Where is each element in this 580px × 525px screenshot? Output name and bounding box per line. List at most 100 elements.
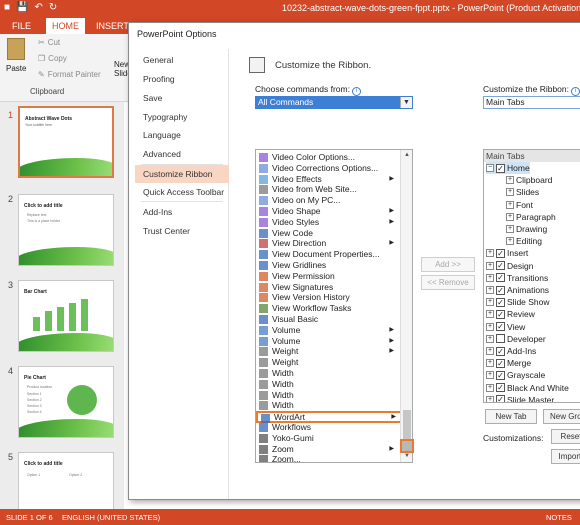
expand-icon[interactable]: + bbox=[486, 261, 494, 270]
expand-icon[interactable]: + bbox=[506, 225, 514, 233]
tree-item-review[interactable]: + ✓ Review bbox=[486, 308, 535, 320]
language-indicator[interactable]: ENGLISH (UNITED STATES) bbox=[62, 513, 160, 522]
nav-add-ins[interactable]: Add-Ins bbox=[135, 203, 229, 221]
checkbox[interactable]: ✓ bbox=[496, 261, 505, 271]
expand-icon[interactable]: + bbox=[486, 359, 494, 368]
paste-button[interactable]: Paste bbox=[6, 64, 26, 73]
save-icon[interactable]: 💾 bbox=[16, 2, 28, 13]
tree-item-design[interactable]: + ✓ Design bbox=[486, 260, 533, 272]
expand-icon[interactable]: + bbox=[506, 176, 514, 185]
tree-item-merge[interactable]: + ✓ Merge bbox=[486, 357, 531, 369]
nav-typography[interactable]: Typography bbox=[135, 108, 229, 126]
command-item[interactable]: View Direction ▶ bbox=[256, 238, 398, 249]
command-item[interactable]: Workflows bbox=[256, 422, 398, 433]
tree-item-slide-master[interactable]: + ✓ Slide Master bbox=[486, 394, 554, 402]
command-item[interactable]: Visual Basic bbox=[256, 314, 398, 325]
command-item[interactable]: View Document Properties... bbox=[256, 249, 398, 260]
expand-icon[interactable]: + bbox=[486, 371, 494, 380]
command-item[interactable]: View Signatures bbox=[256, 282, 398, 293]
command-item[interactable]: View Workflow Tasks bbox=[256, 303, 398, 314]
command-item[interactable]: Video Color Options... bbox=[256, 152, 398, 163]
nav-quick-access-toolbar[interactable]: Quick Access Toolbar bbox=[135, 183, 229, 201]
command-item[interactable]: View Version History bbox=[256, 292, 398, 303]
command-item[interactable]: Weight bbox=[256, 357, 398, 368]
checkbox[interactable]: ✓ bbox=[496, 346, 505, 356]
scroll-down-highlight[interactable] bbox=[400, 439, 414, 453]
command-item[interactable]: Video from Web Site... bbox=[256, 184, 398, 195]
checkbox[interactable]: ✓ bbox=[496, 370, 505, 380]
expand-icon[interactable]: + bbox=[486, 249, 494, 258]
format-painter-button[interactable]: ✎ Format Painter bbox=[38, 70, 101, 79]
command-item[interactable]: Width bbox=[256, 379, 398, 390]
expand-icon[interactable]: + bbox=[486, 298, 494, 307]
ribbon-tabs-tree[interactable]: Main Tabs − ✓ Home + Clipboard + Slides + Font + Pa… bbox=[483, 149, 580, 403]
tree-item-slides[interactable]: + Slides bbox=[506, 186, 539, 198]
expand-icon[interactable]: + bbox=[506, 237, 514, 246]
tree-item-transitions[interactable]: + ✓ Transitions bbox=[486, 272, 548, 284]
tree-item-slide-show[interactable]: + ✓ Slide Show bbox=[486, 296, 550, 308]
nav-general[interactable]: General bbox=[135, 51, 229, 69]
cut-button[interactable]: ✂ Cut bbox=[38, 38, 60, 47]
command-item[interactable]: Video Shape ▶ bbox=[256, 206, 398, 217]
commands-list[interactable]: Video Color Options... Video Corrections … bbox=[255, 149, 413, 463]
tree-item-view[interactable]: + ✓ View bbox=[486, 321, 525, 333]
nav-trust-center[interactable]: Trust Center bbox=[135, 222, 229, 240]
nav-customize-ribbon[interactable]: Customize Ribbon bbox=[135, 165, 229, 183]
checkbox[interactable] bbox=[496, 334, 505, 344]
expand-icon[interactable]: + bbox=[486, 395, 494, 402]
command-item[interactable]: View Code bbox=[256, 228, 398, 239]
tree-item-animations[interactable]: + ✓ Animations bbox=[486, 284, 549, 296]
checkbox[interactable]: ✓ bbox=[496, 248, 505, 258]
remove-button[interactable]: << Remove bbox=[421, 275, 475, 290]
tab-home[interactable]: HOME bbox=[46, 18, 85, 34]
checkbox[interactable]: ✓ bbox=[496, 395, 505, 402]
expand-icon[interactable]: + bbox=[486, 286, 494, 294]
tree-item-insert[interactable]: + ✓ Insert bbox=[486, 247, 528, 259]
checkbox[interactable]: ✓ bbox=[496, 383, 505, 393]
expand-icon[interactable]: + bbox=[486, 322, 494, 331]
nav-save[interactable]: Save bbox=[135, 89, 229, 107]
checkbox[interactable]: ✓ bbox=[496, 309, 505, 319]
tree-item-editing[interactable]: + Editing bbox=[506, 235, 542, 247]
nav-proofing[interactable]: Proofing bbox=[135, 70, 229, 88]
nav-advanced[interactable]: Advanced bbox=[135, 145, 229, 163]
checkbox[interactable]: ✓ bbox=[496, 322, 505, 332]
new-tab-button[interactable]: New Tab bbox=[485, 409, 537, 424]
slide-thumbnail-1[interactable]: Abstract Wave Dots Your subtitle here bbox=[18, 106, 114, 178]
command-item[interactable]: Width bbox=[256, 368, 398, 379]
undo-icon[interactable]: ↶ bbox=[35, 2, 43, 13]
chevron-down-icon[interactable]: ▼ bbox=[400, 97, 412, 108]
command-item[interactable]: Weight ▶ bbox=[256, 346, 398, 357]
command-item[interactable]: View Gridlines bbox=[256, 260, 398, 271]
command-item[interactable]: Width bbox=[256, 400, 398, 411]
command-item[interactable]: Volume ▶ bbox=[256, 336, 398, 347]
collapse-icon[interactable]: − bbox=[486, 164, 494, 172]
command-item[interactable]: Yoko-Gumi bbox=[256, 433, 398, 444]
tree-item-font[interactable]: + Font bbox=[506, 199, 533, 211]
command-item[interactable]: Video Corrections Options... bbox=[256, 163, 398, 174]
expand-icon[interactable]: + bbox=[506, 188, 514, 197]
expand-icon[interactable]: + bbox=[486, 383, 494, 392]
checkbox[interactable]: ✓ bbox=[496, 297, 505, 307]
tab-file[interactable]: FILE bbox=[6, 18, 37, 34]
checkbox[interactable]: ✓ bbox=[496, 358, 505, 368]
slide-thumbnail-4[interactable]: Pie Chart Product location Section 1 Sec… bbox=[18, 366, 114, 438]
expand-icon[interactable]: + bbox=[486, 273, 494, 282]
checkbox[interactable]: ✓ bbox=[496, 285, 505, 295]
commands-scrollbar[interactable]: ▲ ▼ bbox=[400, 150, 412, 462]
checkbox[interactable]: ✓ bbox=[496, 273, 505, 283]
tree-item-developer[interactable]: + Developer bbox=[486, 333, 546, 345]
expand-icon[interactable]: + bbox=[486, 347, 494, 355]
command-item[interactable]: Zoom... bbox=[256, 454, 398, 462]
choose-commands-dropdown[interactable]: All Commands ▼ bbox=[255, 96, 413, 109]
tree-item-home[interactable]: − ✓ Home bbox=[486, 162, 530, 174]
reset-button[interactable]: Reset bbox=[551, 429, 580, 444]
slide-thumbnail-2[interactable]: Click to add title Replace text This is … bbox=[18, 194, 114, 266]
slide-thumbnail-3[interactable]: Bar Chart bbox=[18, 280, 114, 352]
chevron-up-icon[interactable]: ▲ bbox=[401, 150, 412, 161]
tree-item-drawing[interactable]: + Drawing bbox=[506, 223, 547, 235]
tree-item-paragraph[interactable]: + Paragraph bbox=[506, 211, 556, 223]
expand-icon[interactable]: + bbox=[486, 310, 494, 319]
customize-ribbon-dropdown[interactable]: Main Tabs bbox=[483, 96, 580, 109]
notes-toggle[interactable]: NOTES bbox=[546, 513, 572, 522]
